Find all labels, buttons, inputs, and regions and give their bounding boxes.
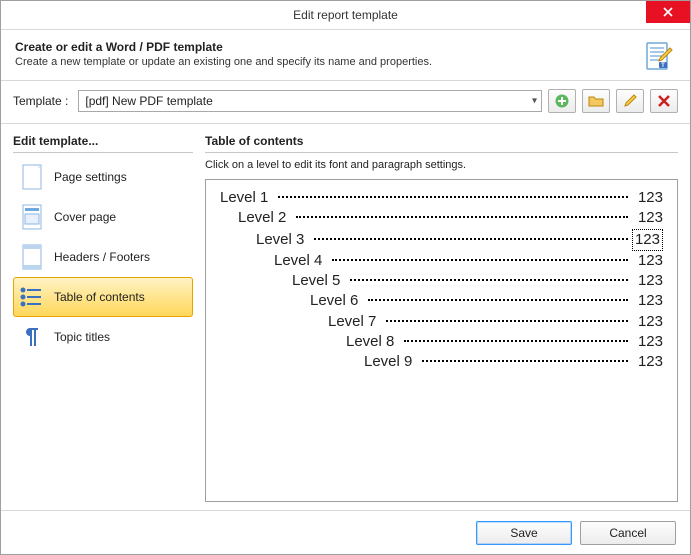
cancel-button[interactable]: Cancel <box>580 521 676 545</box>
toc-level-row[interactable]: Level 7 123 <box>220 312 663 332</box>
toc-level-row[interactable]: Level 2 123 <box>220 208 663 228</box>
toc-level-row[interactable]: Level 9 123 <box>220 352 663 372</box>
header-subtitle: Create a new template or update an exist… <box>15 56 636 68</box>
toc-level-label: Level 7 <box>328 312 382 332</box>
paragraph-icon <box>20 323 44 351</box>
toc-leader-dots <box>422 360 628 362</box>
window-title: Edit report template <box>293 8 398 22</box>
toc-leader-dots <box>332 259 628 261</box>
sidebar-item-cover-page[interactable]: Cover page <box>13 197 193 237</box>
toc-leader-dots <box>350 279 628 281</box>
header-title: Create or edit a Word / PDF template <box>15 40 636 54</box>
main-title: Table of contents <box>205 132 678 153</box>
toc-leader-dots <box>386 320 628 322</box>
svg-text:T: T <box>661 63 665 69</box>
template-edit-icon: T <box>644 40 676 72</box>
sidebar-item-label: Headers / Footers <box>54 250 150 264</box>
toc-page-number: 123 <box>632 229 663 251</box>
toc-icon <box>20 283 44 311</box>
toc-level-row[interactable]: Level 6 123 <box>220 291 663 311</box>
save-button[interactable]: Save <box>476 521 572 545</box>
body: Edit template... Page settings Cover pag… <box>1 124 690 510</box>
sidebar-item-label: Topic titles <box>54 330 110 344</box>
toc-page-number: 123 <box>632 352 663 372</box>
sidebar-item-table-of-contents[interactable]: Table of contents <box>13 277 193 317</box>
toc-page-number: 123 <box>632 251 663 271</box>
sidebar-item-page-settings[interactable]: Page settings <box>13 157 193 197</box>
page-icon <box>20 163 44 191</box>
toc-page-number: 123 <box>632 271 663 291</box>
toc-page-number: 123 <box>632 312 663 332</box>
toc-level-label: Level 5 <box>292 271 346 291</box>
edit-template-button[interactable] <box>616 89 644 113</box>
close-icon <box>663 7 673 17</box>
sidebar-item-headers-footers[interactable]: Headers / Footers <box>13 237 193 277</box>
add-template-button[interactable] <box>548 89 576 113</box>
delete-icon <box>657 94 671 108</box>
titlebar: Edit report template <box>1 1 690 30</box>
toc-level-label: Level 4 <box>274 251 328 271</box>
template-toolbar: Template : [pdf] New PDF template ▾ <box>1 81 690 124</box>
toc-leader-dots <box>278 196 628 198</box>
toc-leader-dots <box>368 299 628 301</box>
toc-level-row[interactable]: Level 4 123 <box>220 251 663 271</box>
toc-level-label: Level 3 <box>256 230 310 250</box>
sidebar-item-label: Table of contents <box>54 290 145 304</box>
dialog-window: Edit report template Create or edit a Wo… <box>0 0 691 555</box>
toc-level-label: Level 2 <box>238 208 292 228</box>
sidebar-item-topic-titles[interactable]: Topic titles <box>13 317 193 357</box>
toc-leader-dots <box>314 238 628 240</box>
sidebar-item-label: Page settings <box>54 170 127 184</box>
plus-icon <box>554 93 570 109</box>
sidebar: Edit template... Page settings Cover pag… <box>13 132 193 502</box>
pencil-icon <box>622 93 638 109</box>
sidebar-title: Edit template... <box>13 132 193 153</box>
toc-page-number: 123 <box>632 332 663 352</box>
template-label: Template : <box>13 94 68 108</box>
template-select[interactable]: [pdf] New PDF template ▾ <box>78 90 542 112</box>
headers-footers-icon <box>20 243 44 271</box>
main-hint: Click on a level to edit its font and pa… <box>205 159 678 171</box>
toc-page-number: 123 <box>632 291 663 311</box>
toc-level-label: Level 8 <box>346 332 400 352</box>
toc-level-row[interactable]: Level 5 123 <box>220 271 663 291</box>
toc-page-number: 123 <box>632 188 663 208</box>
toc-level-label: Level 1 <box>220 188 274 208</box>
toc-level-label: Level 9 <box>364 352 418 372</box>
header-text: Create or edit a Word / PDF template Cre… <box>15 40 636 68</box>
toc-level-row[interactable]: Level 3 123 <box>220 229 663 251</box>
main-panel: Table of contents Click on a level to ed… <box>205 132 678 502</box>
close-button[interactable] <box>646 1 690 23</box>
delete-template-button[interactable] <box>650 89 678 113</box>
footer: Save Cancel <box>1 510 690 554</box>
cover-page-icon <box>20 203 44 231</box>
toc-leader-dots <box>296 216 628 218</box>
toc-level-row[interactable]: Level 8 123 <box>220 332 663 352</box>
header: Create or edit a Word / PDF template Cre… <box>1 30 690 81</box>
template-select-value: [pdf] New PDF template <box>85 94 212 108</box>
toc-leader-dots <box>404 340 628 342</box>
toc-level-row[interactable]: Level 1 123 <box>220 188 663 208</box>
toc-level-label: Level 6 <box>310 291 364 311</box>
toc-page-number: 123 <box>632 208 663 228</box>
open-template-button[interactable] <box>582 89 610 113</box>
folder-icon <box>588 93 604 109</box>
sidebar-item-label: Cover page <box>54 210 116 224</box>
chevron-down-icon: ▾ <box>532 96 537 107</box>
toc-preview: Level 1 123 Level 2 123 Level 3 123 Level 4 123… <box>205 179 678 502</box>
